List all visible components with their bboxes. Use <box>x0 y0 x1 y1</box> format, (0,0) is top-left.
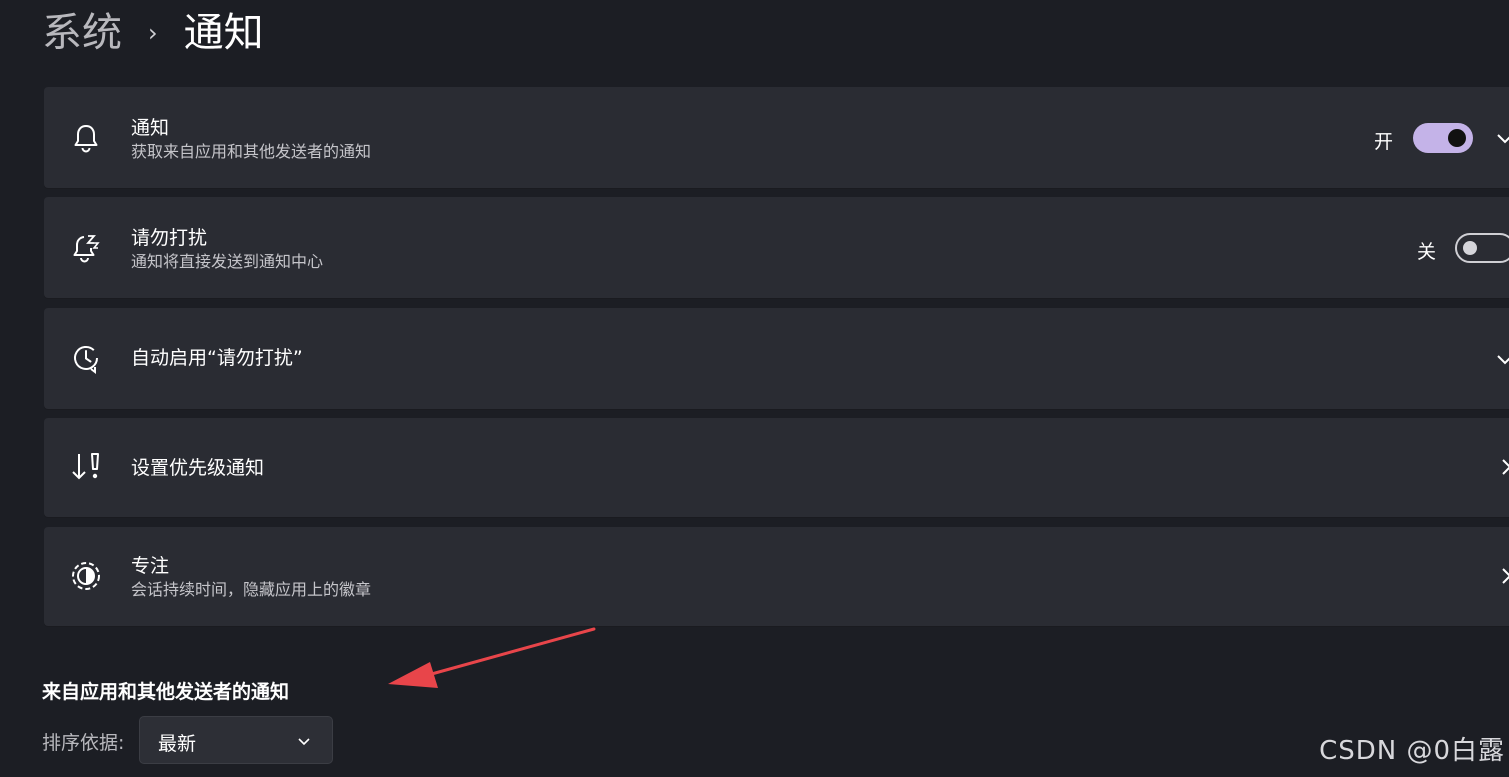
card-notifications-text: 通知 获取来自应用和其他发送者的通知 <box>131 116 371 162</box>
sort-dropdown[interactable]: 最新 <box>139 716 333 764</box>
dnd-toggle[interactable] <box>1455 233 1509 263</box>
card-priority-text: 设置优先级通知 <box>131 456 264 480</box>
chevron-down-icon[interactable] <box>1495 128 1509 148</box>
breadcrumb: 系统 › 通知 <box>42 4 264 62</box>
bell-icon <box>74 125 98 153</box>
card-priority-notifications[interactable]: 设置优先级通知 <box>44 418 1509 517</box>
card-auto-dnd[interactable]: 自动启用“请勿打扰” <box>44 308 1509 409</box>
card-subtitle: 通知将直接发送到通知中心 <box>131 252 324 271</box>
bell-snooze-icon <box>73 235 100 263</box>
toggle-knob <box>1448 129 1466 147</box>
focus-timer-icon <box>72 562 100 590</box>
card-title: 专注 <box>131 555 170 577</box>
card-auto-dnd-text: 自动启用“请勿打扰” <box>131 346 303 370</box>
sort-label: 排序依据: <box>42 732 125 754</box>
section-heading: 来自应用和其他发送者的通知 <box>42 681 290 703</box>
breadcrumb-parent-system[interactable]: 系统 <box>42 13 122 53</box>
toggle-state-label: 关 <box>1417 241 1437 263</box>
sort-dropdown-value: 最新 <box>158 733 197 755</box>
clock-refresh-icon <box>74 345 98 374</box>
card-title: 请勿打扰 <box>131 227 208 249</box>
card-title: 通知 <box>131 117 170 139</box>
card-focus[interactable]: 专注 会话持续时间，隐藏应用上的徽章 <box>44 527 1509 626</box>
card-subtitle: 获取来自应用和其他发送者的通知 <box>131 142 372 161</box>
toggle-state-label: 开 <box>1374 131 1394 153</box>
card-subtitle: 会话持续时间，隐藏应用上的徽章 <box>131 580 372 599</box>
priority-arrow-icon <box>72 453 99 480</box>
card-title: 自动启用“请勿打扰” <box>131 347 303 369</box>
page-title: 通知 <box>183 10 264 56</box>
toggle-knob <box>1463 241 1477 255</box>
card-do-not-disturb[interactable]: 请勿打扰 通知将直接发送到通知中心 关 <box>44 197 1509 298</box>
chevron-down-icon[interactable] <box>1495 349 1509 369</box>
breadcrumb-separator-icon: › <box>148 19 158 47</box>
card-title: 设置优先级通知 <box>131 457 265 479</box>
card-notifications[interactable]: 通知 获取来自应用和其他发送者的通知 开 <box>44 87 1509 188</box>
notifications-toggle[interactable] <box>1413 123 1473 153</box>
chevron-right-icon[interactable] <box>1496 457 1509 477</box>
annotation-arrow-icon <box>388 627 596 688</box>
chevron-right-icon[interactable] <box>1496 566 1509 586</box>
card-focus-text: 专注 会话持续时间，隐藏应用上的徽章 <box>131 554 371 600</box>
watermark: CSDN @0白露 <box>1319 736 1505 766</box>
chevron-down-icon <box>298 738 310 746</box>
card-dnd-text: 请勿打扰 通知将直接发送到通知中心 <box>131 226 323 272</box>
settings-page: 系统 › 通知 通知 获取来自应用和其他发送者的通知 开 请勿打扰 通知将直接发… <box>0 0 1509 777</box>
